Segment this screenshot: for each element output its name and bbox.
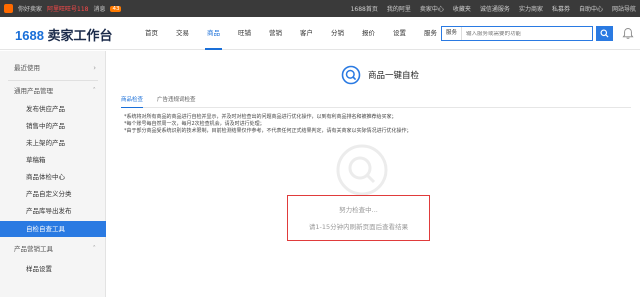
checking-status-box: 努力检查中... 请1-15分钟内刷新页面后查看结果 bbox=[287, 195, 430, 241]
top-link-strength-merchant[interactable]: 实力商家 bbox=[519, 4, 543, 13]
sidebar-item-on-sale[interactable]: 销售中的产品 bbox=[0, 118, 106, 134]
tab-product-check[interactable]: 商品检查 bbox=[121, 94, 144, 108]
sidebar-section-product-mgmt-label: 通用产品管理 bbox=[14, 87, 53, 95]
notes: *系统将对所有商品的商品进行自检并显示，并及时对检查出的问题商品进行优化操作，以… bbox=[124, 114, 634, 135]
alibaba-logo-icon[interactable] bbox=[4, 4, 13, 13]
sidebar-item-unlisted[interactable]: 未上架的产品 bbox=[0, 135, 106, 151]
top-link-home[interactable]: 1688首页 bbox=[351, 4, 378, 13]
top-link-self-service[interactable]: 自助中心 bbox=[579, 4, 603, 13]
sidebar-section-marketing-label: 产品营销工具 bbox=[14, 245, 53, 253]
checking-status-text: 努力检查中... bbox=[339, 206, 378, 214]
check-tabs: 商品检查 广告违规词检查 bbox=[121, 94, 631, 108]
chevron-right-icon: › bbox=[93, 64, 96, 72]
nav-customers[interactable]: 客户 bbox=[291, 17, 322, 50]
nav-distribution[interactable]: 分销 bbox=[322, 17, 353, 50]
brand-text: 卖家工作台 bbox=[47, 28, 113, 43]
feature-title: 商品一键自检 bbox=[368, 71, 420, 81]
nav-shop[interactable]: 旺铺 bbox=[229, 17, 260, 50]
top-link-trust-service[interactable]: 诚信通服务 bbox=[480, 4, 510, 13]
feature-header: 商品一键自检 bbox=[341, 65, 419, 85]
brand-number: 1688 bbox=[15, 28, 44, 43]
nav-quotation[interactable]: 报价 bbox=[353, 17, 384, 50]
top-link-seller-center[interactable]: 卖家中心 bbox=[420, 4, 444, 13]
account-link[interactable]: 阿里旺旺号118 bbox=[47, 4, 88, 13]
top-link-site-nav[interactable]: 网站导航 bbox=[612, 4, 636, 13]
search-icon bbox=[600, 29, 609, 38]
note-line: *系统将对所有商品的商品进行自检并显示，并及时对检查出的问题商品进行优化操作，以… bbox=[124, 114, 397, 120]
tab-ad-word-check[interactable]: 广告违规词检查 bbox=[157, 94, 196, 108]
top-link-my-alibaba[interactable]: 我的阿里 bbox=[387, 4, 411, 13]
self-check-icon bbox=[341, 65, 361, 85]
chevron-up-icon: ˆ bbox=[92, 87, 97, 95]
sidebar-item-self-check-tool[interactable]: 自检自查工具 bbox=[0, 221, 106, 237]
messages-link[interactable]: 消息 bbox=[93, 4, 105, 13]
top-link-favorites[interactable]: 收藏夹 bbox=[453, 4, 471, 13]
main-content: 商品一键自检 商品检查 广告违规词检查 *系统将对所有商品的商品进行自检并显示，… bbox=[107, 51, 640, 297]
note-line: *每个账号每自然周一次，每月2次检查机会，请及时进行处理； bbox=[124, 121, 265, 127]
top-bar-left: 你好卖家 阿里旺旺号118 消息 43 bbox=[4, 0, 122, 17]
search-button[interactable] bbox=[596, 26, 613, 41]
sidebar-section-recent-label: 最近使用 bbox=[14, 64, 40, 72]
greeting-text: 你好卖家 bbox=[18, 6, 43, 13]
sidebar-item-export-publish[interactable]: 产品库导出发布 bbox=[0, 203, 106, 219]
refresh-hint-text: 请1-15分钟内刷新页面后查看结果 bbox=[308, 223, 409, 231]
note-line: *由于部分商品受系统识别的技术限制，目前检测结果仅作参考，不代表任何正式结果判定… bbox=[124, 128, 412, 134]
sidebar-item-custom-category[interactable]: 产品自定义分类 bbox=[0, 186, 106, 202]
top-bar-right: 1688首页 我的阿里 卖家中心 收藏夹 诚信通服务 实力商家 私募券 自助中心… bbox=[351, 0, 636, 17]
sidebar-divider bbox=[8, 80, 98, 81]
search-scope-select[interactable]: 服务 bbox=[442, 27, 463, 40]
nav-settings[interactable]: 设置 bbox=[384, 17, 415, 50]
header: 1688 卖家工作台 首页 交易 商品 旺铺 营销 客户 分销 报价 设置 服务… bbox=[0, 17, 640, 50]
top-link-coupon[interactable]: 私募券 bbox=[552, 4, 570, 13]
message-count-badge: 43 bbox=[110, 5, 122, 12]
nav-home[interactable]: 首页 bbox=[136, 17, 167, 50]
sidebar-item-sample-settings[interactable]: 样品设置 bbox=[0, 261, 106, 277]
search-input[interactable] bbox=[462, 30, 573, 37]
sidebar-section-product-mgmt[interactable]: 通用产品管理 ˆ bbox=[0, 82, 106, 100]
sidebar: 最近使用 › 通用产品管理 ˆ 发布供应产品 销售中的产品 未上架的产品 草稿箱… bbox=[0, 51, 106, 297]
nav-marketing[interactable]: 营销 bbox=[260, 17, 291, 50]
top-bar: 你好卖家 阿里旺旺号118 消息 43 1688首页 我的阿里 卖家中心 收藏夹… bbox=[0, 0, 640, 17]
bell-icon[interactable] bbox=[622, 27, 634, 40]
brand-logo[interactable]: 1688 卖家工作台 bbox=[15, 25, 113, 44]
sidebar-item-health-center[interactable]: 商品体检中心 bbox=[0, 169, 106, 185]
nav-trade[interactable]: 交易 bbox=[167, 17, 198, 50]
sidebar-item-drafts[interactable]: 草稿箱 bbox=[0, 152, 106, 168]
main-nav: 首页 交易 商品 旺铺 营销 客户 分销 报价 设置 服务 bbox=[136, 17, 446, 50]
search-watermark-icon bbox=[336, 144, 388, 196]
sidebar-section-recent[interactable]: 最近使用 › bbox=[0, 59, 106, 77]
search-box: 服务 bbox=[441, 26, 593, 41]
nav-products[interactable]: 商品 bbox=[198, 17, 229, 50]
sidebar-section-marketing[interactable]: 产品营销工具 ˆ bbox=[0, 240, 106, 258]
sidebar-item-publish[interactable]: 发布供应产品 bbox=[0, 101, 106, 117]
chevron-up-icon: ˆ bbox=[92, 245, 97, 253]
